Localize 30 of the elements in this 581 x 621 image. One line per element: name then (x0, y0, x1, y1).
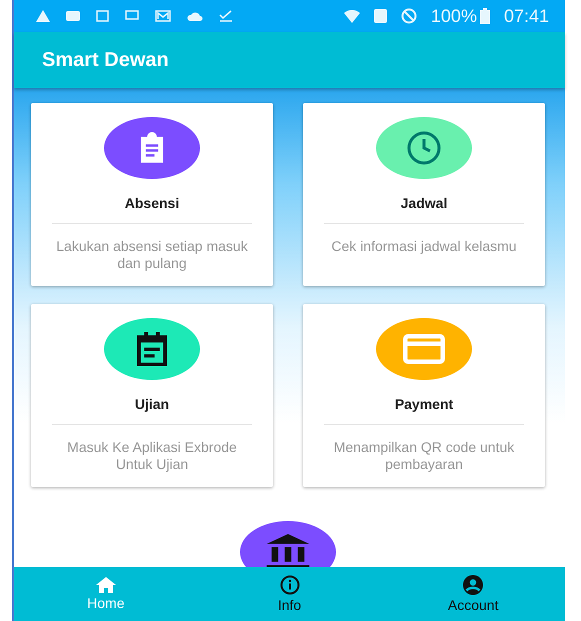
menu-card[interactable]: Absensi Lakukan absensi setiap masuk dan pulang (31, 103, 273, 286)
menu-card[interactable]: Ujian Masuk Ke Aplikasi Exbrode Untuk Ujian (31, 304, 273, 487)
credit-card-icon (403, 333, 445, 365)
card-title: Absensi (124, 195, 180, 211)
mail-icon (155, 10, 171, 22)
check-icon (219, 10, 233, 22)
bank-icon (264, 534, 312, 567)
card-description: Masuk Ke Aplikasi Exbrode Untuk Ujian (66, 439, 238, 473)
menu-card[interactable]: Jadwal Cek informasi jadwal kelasmu (303, 103, 545, 286)
wifi-icon (344, 10, 360, 22)
block-icon (400, 8, 417, 24)
cloud-icon (187, 11, 203, 21)
clock-time: 07:41 (504, 6, 549, 26)
menu-card[interactable]: Payment Menampilkan QR code untuk pembayaran (303, 304, 545, 487)
card-title: Ujian (134, 396, 170, 412)
app-title: Smart Dewan (42, 48, 169, 72)
battery-percent: 100% (430, 6, 477, 26)
home-icon (96, 577, 116, 593)
card-description: Cek informasi jadwal kelasmu (330, 238, 518, 255)
card-title: Payment (394, 396, 454, 412)
nav-tab[interactable]: Account (381, 567, 566, 621)
card-description: Menampilkan QR code untuk pembayaran (332, 439, 516, 473)
card-description: Lakukan absensi setiap masuk dan pulang (55, 238, 249, 272)
card-title: Jadwal (400, 195, 448, 211)
account-icon (463, 575, 484, 595)
warning-icon (36, 10, 50, 22)
calendar-icon (136, 332, 168, 366)
battery-icon (480, 8, 490, 24)
nav-tab[interactable]: Info (198, 567, 382, 621)
info-icon (280, 575, 300, 595)
